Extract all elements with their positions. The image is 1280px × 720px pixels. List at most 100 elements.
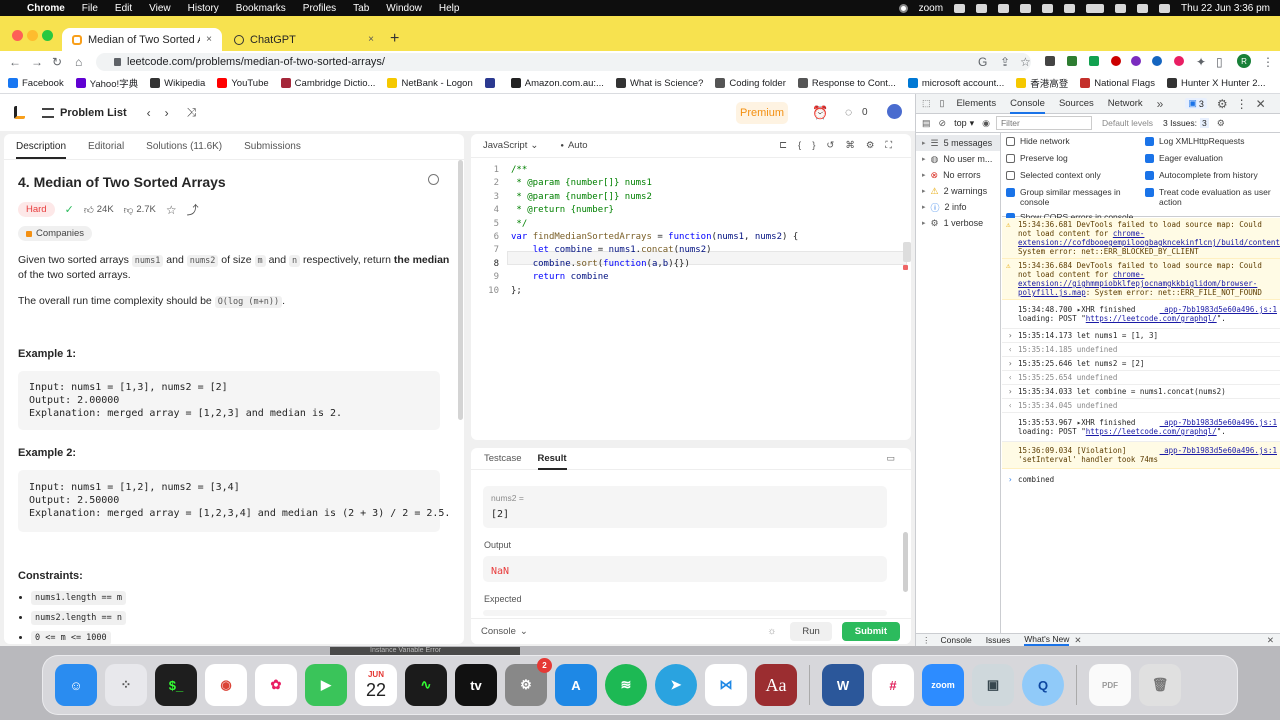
battery-icon[interactable] bbox=[1086, 3, 1105, 13]
preview-icon[interactable]: ▣ bbox=[972, 664, 1014, 706]
like-button[interactable]: 👍︎ 24K bbox=[84, 204, 114, 216]
more-tabs-icon[interactable]: » bbox=[1157, 97, 1164, 111]
back-icon[interactable]: ← bbox=[9, 55, 21, 69]
console-setting-option[interactable]: Log XMLHttpRequests bbox=[1145, 136, 1279, 146]
mode-toggle[interactable]: ● Auto bbox=[560, 140, 587, 151]
extension-icon[interactable] bbox=[1152, 56, 1162, 66]
console-prompt[interactable]: › combined bbox=[1002, 469, 1280, 486]
google-icon[interactable]: G bbox=[978, 55, 987, 69]
inspect-icon[interactable]: ⬚ bbox=[922, 98, 931, 109]
checkbox[interactable] bbox=[1006, 154, 1015, 163]
wifi-icon[interactable] bbox=[1115, 3, 1127, 13]
menu-chrome[interactable]: Chrome bbox=[27, 3, 65, 14]
close-drawer-icon[interactable]: ✕ bbox=[1267, 635, 1274, 646]
tab-elements[interactable]: Elements bbox=[956, 94, 996, 114]
finder-icon[interactable]: ☺ bbox=[55, 664, 97, 706]
log-levels-select[interactable]: Default levels bbox=[1102, 118, 1153, 128]
bookmark-item[interactable] bbox=[484, 78, 499, 88]
checkbox[interactable] bbox=[1145, 137, 1154, 146]
leetcode-logo-icon[interactable] bbox=[14, 106, 25, 119]
system-settings-icon[interactable]: ⚙ 2 bbox=[505, 658, 552, 706]
dictionary-icon[interactable]: Aa bbox=[755, 664, 797, 706]
scrollbar-thumb[interactable] bbox=[458, 160, 463, 420]
apple-tv-icon[interactable]: tv bbox=[455, 664, 497, 706]
editor-toolbar-icons[interactable]: ⊏{}↺⌘⚙⛶ bbox=[779, 140, 903, 151]
tab-network[interactable]: Network bbox=[1108, 94, 1143, 114]
activity-monitor-icon[interactable]: ∿ bbox=[405, 664, 447, 706]
reload-icon[interactable]: ↻ bbox=[52, 55, 62, 69]
debug-icon[interactable]: ☼ bbox=[767, 626, 776, 637]
bookmark-item[interactable]: Amazon.com.au:... bbox=[510, 78, 604, 89]
telegram-icon[interactable]: ➤ bbox=[655, 664, 697, 706]
zoom-window-button[interactable] bbox=[42, 30, 53, 41]
tab-description[interactable]: Description bbox=[16, 135, 67, 159]
prev-problem-icon[interactable]: ‹ bbox=[147, 106, 151, 120]
context-select[interactable]: top ▾ bbox=[954, 118, 974, 129]
menu-tab[interactable]: Tab bbox=[353, 3, 369, 14]
calendar-icon[interactable]: JUN 22 bbox=[355, 664, 397, 706]
bookmark-item[interactable]: Wikipedia bbox=[150, 78, 205, 89]
bookmark-item[interactable]: Hunter X Hunter 2... bbox=[1166, 78, 1265, 89]
submit-button[interactable]: Submit bbox=[841, 622, 900, 641]
tab-submissions[interactable]: Submissions bbox=[244, 135, 301, 159]
tab-console[interactable]: Console bbox=[1010, 94, 1045, 114]
bookmark-item[interactable]: Cambridge Dictio... bbox=[280, 78, 375, 89]
console-setting-option[interactable]: Hide network bbox=[1006, 136, 1138, 146]
vscode-icon[interactable]: ⋈ bbox=[705, 664, 747, 706]
star-icon[interactable]: ☆ bbox=[166, 203, 177, 217]
drawer-tab-whats-new[interactable]: What's New bbox=[1024, 634, 1070, 646]
shuffle-icon[interactable]: ⤨ bbox=[187, 105, 197, 120]
drawer-menu-icon[interactable]: ⋮ bbox=[922, 635, 931, 646]
photos-icon[interactable]: ✿ bbox=[255, 664, 297, 706]
puzzle-icon[interactable]: ✦ bbox=[1196, 55, 1206, 69]
close-tab-icon[interactable]: × bbox=[368, 34, 374, 45]
status-icon[interactable] bbox=[1020, 3, 1032, 13]
close-icon[interactable]: ✕ bbox=[1256, 97, 1266, 111]
minimize-window-button[interactable] bbox=[27, 30, 38, 41]
tab-result[interactable]: Result bbox=[537, 448, 567, 470]
bookmark-item[interactable]: YouTube bbox=[217, 78, 269, 89]
problem-list-link[interactable]: Problem List bbox=[60, 107, 127, 119]
dislike-button[interactable]: 👎︎ 2.7K bbox=[124, 204, 156, 216]
share-icon[interactable]: ⇪ bbox=[1000, 55, 1010, 69]
zoom-status[interactable]: zoom bbox=[919, 3, 943, 14]
tab-editorial[interactable]: Editorial bbox=[88, 135, 124, 159]
download-extension-icon[interactable] bbox=[1067, 56, 1077, 66]
menu-bookmarks[interactable]: Bookmarks bbox=[236, 3, 286, 14]
bookmark-item[interactable]: microsoft account... bbox=[907, 78, 1004, 89]
streak-icon[interactable]: ◌ bbox=[845, 105, 852, 119]
console-sidebar-item[interactable]: ▸ ☰ 5 messages bbox=[916, 135, 1000, 151]
eye-icon[interactable]: ◉ bbox=[982, 118, 990, 129]
issues-button[interactable]: 3 Issues: 3 bbox=[1163, 118, 1209, 128]
info-icon[interactable] bbox=[428, 174, 439, 185]
home-icon[interactable]: ⌂ bbox=[75, 55, 82, 69]
checkbox[interactable] bbox=[1006, 188, 1015, 197]
drawer-tab-issues[interactable]: Issues bbox=[986, 635, 1011, 645]
facetime-icon[interactable]: ▶ bbox=[305, 664, 347, 706]
menu-view[interactable]: View bbox=[149, 3, 171, 14]
bookmark-item[interactable]: Response to Cont... bbox=[797, 78, 896, 89]
console-setting-option[interactable]: Preserve log bbox=[1006, 153, 1138, 163]
extension-icon[interactable] bbox=[1131, 56, 1141, 66]
forward-icon[interactable]: → bbox=[31, 55, 43, 69]
bookmark-item[interactable]: National Flags bbox=[1080, 78, 1155, 89]
bookmark-item[interactable]: What is Science? bbox=[615, 78, 703, 89]
bookmark-item[interactable]: Yahoo!字典 bbox=[75, 76, 138, 90]
menu-help[interactable]: Help bbox=[439, 3, 460, 14]
console-toggle[interactable]: Console ⌄ bbox=[481, 626, 528, 637]
problem-list-icon[interactable] bbox=[42, 107, 54, 118]
bookmark-item[interactable]: NetBank - Logon bbox=[387, 78, 473, 89]
language-select[interactable]: JavaScript ⌄ bbox=[483, 140, 538, 151]
checkbox[interactable] bbox=[1006, 171, 1015, 180]
search-icon[interactable] bbox=[1137, 3, 1149, 13]
share-icon[interactable]: ⤴ bbox=[187, 201, 199, 218]
sidebar-toggle-icon[interactable]: ▤ bbox=[922, 118, 931, 129]
bookmark-item[interactable]: Coding folder bbox=[715, 78, 786, 89]
extension-icon[interactable] bbox=[1045, 56, 1055, 66]
premium-button[interactable]: Premium bbox=[736, 102, 788, 124]
checkbox[interactable] bbox=[1006, 137, 1015, 146]
console-sidebar-item[interactable]: ▸ ⊗ No errors bbox=[916, 167, 1000, 183]
app-store-icon[interactable]: A bbox=[555, 664, 597, 706]
console-sidebar-item[interactable]: ▸ ◍ No user m... bbox=[916, 151, 1000, 167]
bookmark-star-icon[interactable]: ☆ bbox=[1020, 55, 1031, 69]
